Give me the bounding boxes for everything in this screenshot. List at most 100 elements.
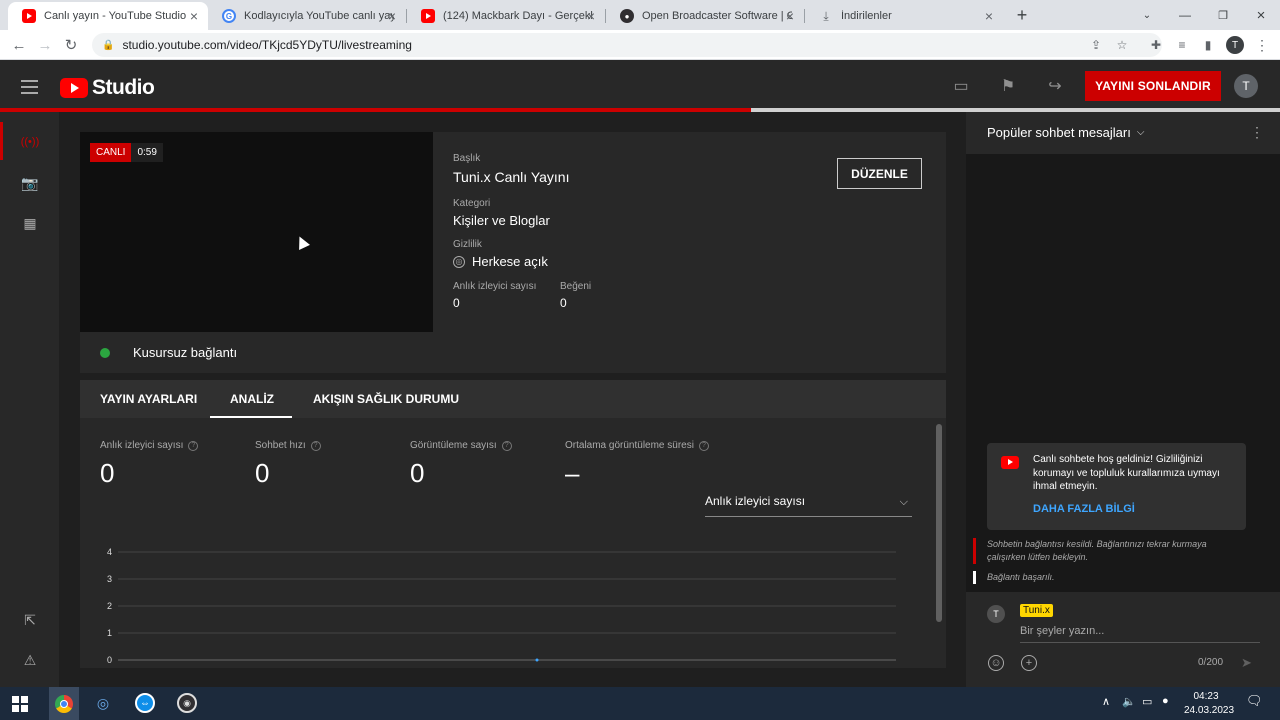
chat-title: Popüler sohbet mesajları [987, 125, 1131, 140]
connection-status-icon [100, 348, 110, 358]
feedback-icon[interactable]: ⚠ [18, 648, 42, 672]
calendar-icon[interactable]: ▦ [18, 211, 42, 235]
browser-tab-4[interactable]: ⤓ İndirilenler × [805, 2, 1003, 30]
chat-input[interactable]: Bir şeyler yazın... [1020, 625, 1260, 643]
char-count: 0/200 [1198, 657, 1224, 668]
video-preview[interactable] [80, 132, 433, 332]
clapperboard-icon[interactable]: ▭ [951, 76, 971, 96]
metric-value: 0 [100, 458, 115, 488]
chevron-down-icon: ⌵ [899, 496, 908, 508]
back-arrow-icon[interactable]: ← [8, 35, 30, 55]
camera-icon[interactable]: 📷 [18, 171, 42, 195]
help-icon[interactable]: ? [310, 440, 321, 451]
browser-menu-icon[interactable]: ⋮ [1254, 37, 1270, 53]
clock-date: 24.03.2023 [1184, 705, 1235, 716]
edit-button[interactable]: DÜZENLE [837, 158, 922, 189]
chat-mode-select[interactable]: Popüler sohbet mesajları ⌵ [987, 125, 1144, 140]
privacy-label: Gizlilik [453, 239, 482, 250]
help-icon[interactable]: ? [501, 440, 512, 451]
success-indicator [973, 571, 976, 584]
window-close-button[interactable]: × [1242, 0, 1280, 30]
system-message: Bağlantı başarılı. [987, 572, 1055, 582]
chrome-taskbar-icon[interactable] [49, 687, 79, 720]
external-link-icon[interactable]: ⇱ [18, 608, 42, 632]
viewers-label: Anlık izleyici sayısı [453, 281, 537, 292]
obs-icon: ● [620, 9, 634, 23]
tab-stream-settings[interactable]: YAYIN AYARLARI [100, 380, 197, 418]
close-icon[interactable]: × [985, 8, 993, 24]
hamburger-menu-icon[interactable] [21, 80, 38, 98]
tab-analytics[interactable]: ANALİZ [230, 380, 274, 418]
end-stream-button[interactable]: YAYINI SONLANDIR [1085, 71, 1221, 101]
chat-input-placeholder: Bir şeyler yazın... [1020, 625, 1105, 637]
y-tick-label: 4 [107, 547, 112, 557]
teamviewer-taskbar-icon[interactable]: ⇔ [132, 690, 158, 716]
metric-label: Sohbet hızı? [255, 440, 321, 451]
emoji-icon[interactable]: ☺ [988, 655, 1004, 671]
chart-data-point [535, 658, 539, 662]
y-tick-label: 3 [107, 574, 112, 584]
privacy-value-row: ◎ Herkese açık [453, 254, 548, 269]
send-icon[interactable]: ➤ [1241, 655, 1252, 671]
chevron-down-icon: ⌵ [1136, 127, 1145, 138]
browser-tab-2[interactable]: (124) Mackbark Dayı - Gerçekler × [407, 2, 605, 30]
close-icon[interactable]: × [786, 8, 794, 24]
side-panel-icon[interactable]: ▮ [1200, 37, 1216, 53]
tabs-header [80, 380, 946, 418]
scrollbar[interactable] [936, 424, 942, 622]
speaker-icon[interactable]: 🔈 [1122, 695, 1136, 708]
obs-taskbar-icon[interactable]: ◉ [174, 690, 200, 716]
logo-text: Studio [92, 76, 155, 99]
youtube-icon [22, 9, 36, 23]
tab-stream-health[interactable]: AKIŞIN SAĞLIK DURUMU [313, 380, 459, 418]
media-queue-icon[interactable]: ≡ [1174, 37, 1190, 53]
title-label: Başlık [453, 153, 481, 164]
notification-icon[interactable]: 🗨 [1246, 693, 1263, 709]
windows-start-icon[interactable] [12, 696, 28, 712]
close-icon[interactable]: × [388, 8, 396, 24]
likes-label: Beğeni [560, 281, 592, 292]
forward-arrow-icon[interactable]: → [34, 35, 56, 55]
browser-tab-1[interactable]: G Kodlayıcıyla YouTube canlı yayını × [208, 2, 406, 30]
address-bar[interactable]: 🔒 studio.youtube.com/video/TKjcd5YDyTU/l… [92, 33, 1162, 57]
share-arrow-icon[interactable]: ↪ [1045, 76, 1065, 96]
help-icon[interactable]: ? [188, 440, 199, 451]
tab-title: İndirilenler [841, 10, 892, 22]
browser-tab-0[interactable]: Canlı yayın - YouTube Studio × [8, 2, 208, 30]
bookmark-icon[interactable]: ⚑ [998, 76, 1018, 96]
close-icon[interactable]: × [587, 8, 595, 24]
metric-select[interactable]: Anlık izleyici sayısı ⌵ [705, 494, 912, 517]
live-stream-icon[interactable]: ((•)) [18, 130, 42, 154]
extensions-icon[interactable]: ✚ [1148, 37, 1164, 53]
youtube-icon [421, 9, 435, 23]
clock-time: 04:23 [1193, 691, 1219, 702]
y-tick-label: 0 [107, 655, 112, 665]
share-icon[interactable]: ⇪ [1088, 37, 1104, 53]
new-tab-button[interactable]: + [1003, 0, 1041, 30]
studio-logo[interactable]: Studio [60, 76, 155, 100]
more-options-icon[interactable]: ⋮ [1250, 124, 1264, 141]
bookmark-star-icon[interactable]: ☆ [1114, 37, 1130, 53]
clock[interactable]: 04:23 24.03.2023 [1184, 690, 1235, 718]
restore-button[interactable]: ❐ [1204, 0, 1242, 30]
edge-taskbar-icon[interactable]: ◎ [90, 690, 116, 716]
reload-icon[interactable]: ↻ [60, 35, 82, 55]
help-icon[interactable]: ? [698, 440, 709, 451]
browser-tab-3[interactable]: ● Open Broadcaster Software | OBS × [606, 2, 804, 30]
google-icon: G [222, 9, 236, 23]
learn-more-link[interactable]: DAHA FAZLA BİLGİ [1033, 503, 1135, 515]
chat-username: Tuni.x [1020, 604, 1053, 617]
viewers-value: 0 [453, 296, 460, 310]
tab-title: Open Broadcaster Software | OBS [642, 10, 792, 22]
close-icon[interactable]: × [190, 8, 198, 24]
tab-search-icon[interactable]: ⌄ [1128, 0, 1166, 30]
profile-avatar[interactable]: T [1226, 36, 1244, 54]
network-icon[interactable]: ▭ [1142, 695, 1152, 708]
minimize-button[interactable]: — [1166, 0, 1204, 30]
account-avatar[interactable]: T [1234, 74, 1258, 98]
tray-expand-icon[interactable]: ∧ [1102, 695, 1110, 708]
add-icon[interactable]: + [1021, 655, 1037, 671]
microphone-icon[interactable]: ● [1162, 695, 1169, 707]
url-text: studio.youtube.com/video/TKjcd5YDyTU/liv… [122, 38, 412, 52]
tab-title: Canlı yayın - YouTube Studio [44, 10, 187, 22]
